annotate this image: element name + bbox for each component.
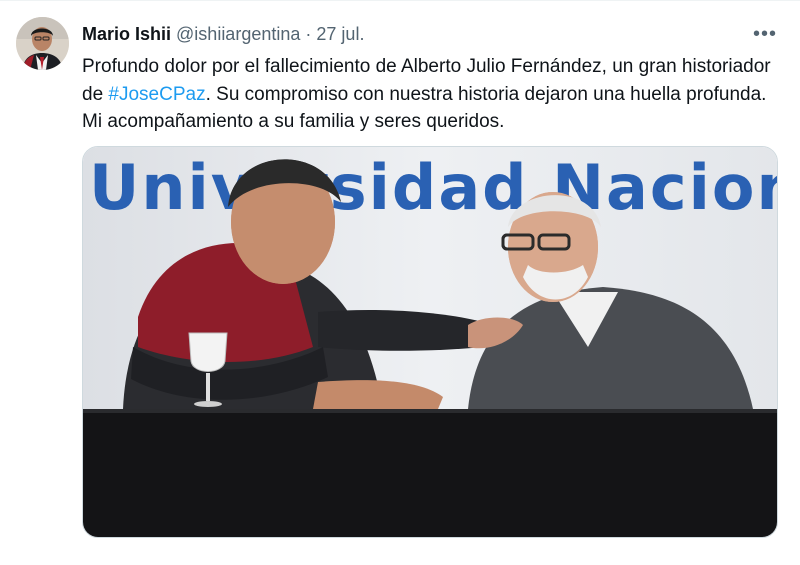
author-name[interactable]: Mario Ishii xyxy=(82,24,171,44)
tweet-card[interactable]: Mario Ishii @ishiiargentina · 27 jul. ••… xyxy=(0,0,800,565)
hashtag-link[interactable]: #JoseCPaz xyxy=(108,84,205,105)
tweet-photo[interactable]: Universidad Nacional xyxy=(82,146,778,538)
more-options-button[interactable]: ••• xyxy=(748,20,782,48)
table-surface xyxy=(83,409,777,537)
table-edge xyxy=(83,409,777,413)
tweet-text: Profundo dolor por el fallecimiento de A… xyxy=(82,53,782,136)
avatar-photo-icon xyxy=(16,17,69,70)
author-avatar[interactable] xyxy=(16,17,69,70)
photo-scene: Universidad Nacional xyxy=(83,147,778,537)
banner-lettering: Universidad Nacional xyxy=(89,151,778,224)
tweet-header: Mario Ishii @ishiiargentina · 27 jul. xyxy=(82,22,364,46)
header-separator: · xyxy=(305,24,312,44)
tweet-date[interactable]: 27 jul. xyxy=(316,24,364,44)
author-handle[interactable]: @ishiiargentina xyxy=(176,24,300,44)
more-icon: ••• xyxy=(752,23,777,45)
